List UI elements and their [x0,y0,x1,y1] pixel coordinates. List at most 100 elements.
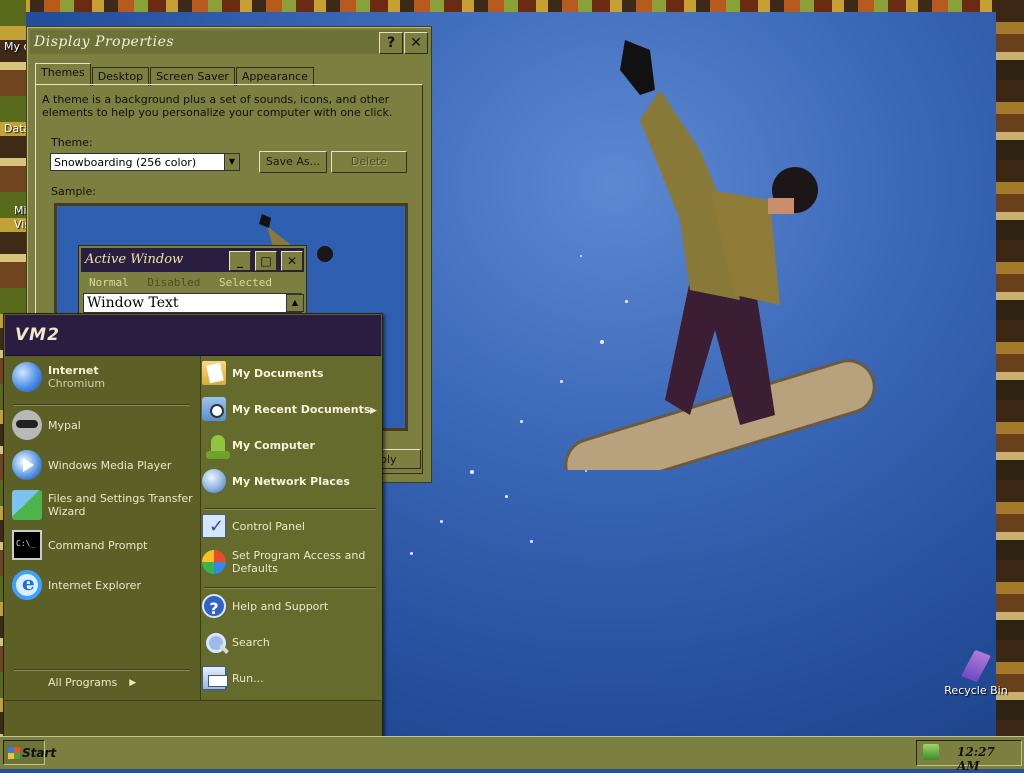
separator [204,587,376,588]
start-item-label: Search [232,635,270,649]
internet-explorer-icon [12,570,42,600]
window-titlebar[interactable]: Display Properties ? ✕ [30,30,428,54]
start-item-files-settings-transfer[interactable]: Files and Settings Transfer Wizard [12,490,193,520]
start-item-search[interactable]: Search [202,630,270,654]
snowboarder-wallpaper [564,40,876,470]
themes-description: A theme is a background plus a set of so… [42,93,393,119]
save-as-button[interactable]: Save As... [259,151,327,173]
start-item-label: Help and Support [232,599,329,613]
sample-active-window: Active Window _ □ ✕ Normal Disabled Sele… [78,245,307,319]
snow-particle [520,420,523,423]
taskbar: Start 12:27 AM [0,736,1024,773]
run-icon [202,666,228,690]
start-item-label: Command Prompt [48,538,148,552]
minimize-icon: _ [229,251,251,271]
recycle-bin-label: Recycle Bin [944,684,1008,697]
start-item-windows-media-player[interactable]: Windows Media Player [12,450,171,480]
folder-documents-icon [202,361,226,385]
search-icon [202,630,226,654]
start-item-label: Set Program Access and [232,549,366,562]
start-item-label: Files and Settings Transfer [48,492,193,505]
close-button[interactable]: ✕ [404,32,428,54]
start-item-my-network-places[interactable]: My Network Places [202,469,350,493]
start-button[interactable]: Start [3,740,56,765]
separator [14,404,190,405]
chromium-globe-icon [12,362,42,392]
start-item-run[interactable]: Run... [202,666,264,690]
theme-dropdown[interactable]: Snowboarding (256 color) ▼ [50,153,240,171]
start-menu-footer [5,700,381,735]
start-item-set-program-access[interactable]: Set Program Access and Defaults [202,549,365,575]
chevron-down-icon[interactable]: ▼ [224,154,239,170]
recycle-bin[interactable]: Recycle Bin [944,650,1008,697]
start-item-internet[interactable]: Internet Chromium [12,362,105,392]
start-item-label: Run... [232,671,264,685]
start-item-label: My Documents [232,366,324,380]
transfer-wizard-icon [12,490,42,520]
sample-titlebar: Active Window _ □ ✕ [81,248,304,272]
delete-button[interactable]: Delete [331,151,407,173]
start-item-my-recent-documents[interactable]: My Recent Documents [202,397,370,421]
scroll-up-icon: ▲ [286,294,304,312]
snow-particle [530,540,533,543]
arrow-right-icon: ▶ [370,406,377,416]
snow-particle [440,520,443,523]
start-item-label: My Computer [232,438,315,452]
snow-particle [470,470,474,474]
windows-flag-icon [8,747,20,759]
maximize-icon: □ [255,251,277,271]
start-item-label: Control Panel [232,519,305,533]
start-item-label: Mypal [48,418,81,432]
system-tray: 12:27 AM [916,740,1022,773]
start-item-sublabel: Chromium [48,376,106,390]
start-item-mypal[interactable]: Mypal [12,410,81,440]
start-item-my-documents[interactable]: My Documents [202,361,324,385]
start-item-control-panel[interactable]: Control Panel [202,514,305,538]
start-item-label: My Network Places [232,474,350,488]
start-item-label-line2: Wizard [48,505,86,518]
tab-themes[interactable]: Themes [35,63,91,86]
sample-menu-selected: Selected [218,276,272,289]
clock[interactable]: 12:27 AM [957,745,1021,773]
recent-documents-icon [202,397,226,421]
sample-menu-normal: Normal [89,276,129,289]
media-player-icon [12,450,42,480]
sample-window-title: Active Window [85,252,184,267]
separator [204,508,376,509]
start-item-internet-explorer[interactable]: Internet Explorer [12,570,141,600]
sample-menu-disabled: Disabled [147,276,201,289]
start-item-label: My Recent Documents [232,402,371,416]
start-item-label: Windows Media Player [48,458,172,472]
wallpaper-frame-top [0,0,1024,12]
window-title: Display Properties [34,34,175,50]
start-item-label: Internet Explorer [48,578,141,592]
start-item-help-support[interactable]: ? Help and Support [202,594,328,618]
desktop-icon-label[interactable]: Mi [14,204,27,217]
start-item-command-prompt[interactable]: C:\_ Command Prompt [12,530,148,560]
all-programs-button[interactable]: All Programs ▶ [48,676,136,689]
computer-icon [202,433,230,459]
sample-window-text: Window Text [83,293,302,313]
help-icon: ? [202,594,226,618]
wallpaper-frame-right [996,0,1024,736]
start-button-label: Start [22,746,57,760]
snow-particle [410,552,413,555]
tab-strip: Themes Desktop Screen Saver Appearance [35,63,315,86]
raccoon-icon [12,410,42,440]
start-menu: VM2 Internet Chromium Mypal Windows Medi… [3,313,383,737]
control-panel-icon [202,514,226,538]
sample-menu-bar: Normal Disabled Selected [89,276,284,289]
sample-label: Sample: [51,185,96,198]
arrow-right-icon: ▶ [129,677,137,688]
start-menu-header: VM2 [5,315,381,356]
start-item-my-computer[interactable]: My Computer [202,433,315,459]
close-icon: ✕ [281,251,303,271]
help-button[interactable]: ? [379,32,403,54]
theme-dropdown-value: Snowboarding (256 color) [54,156,197,169]
network-tray-icon[interactable] [923,744,939,760]
start-item-label: Internet [48,363,99,377]
recycle-bin-icon [961,650,991,684]
command-prompt-icon: C:\_ [12,530,42,560]
apply-button[interactable]: ply [377,449,421,469]
start-menu-pinned-column [5,356,199,700]
